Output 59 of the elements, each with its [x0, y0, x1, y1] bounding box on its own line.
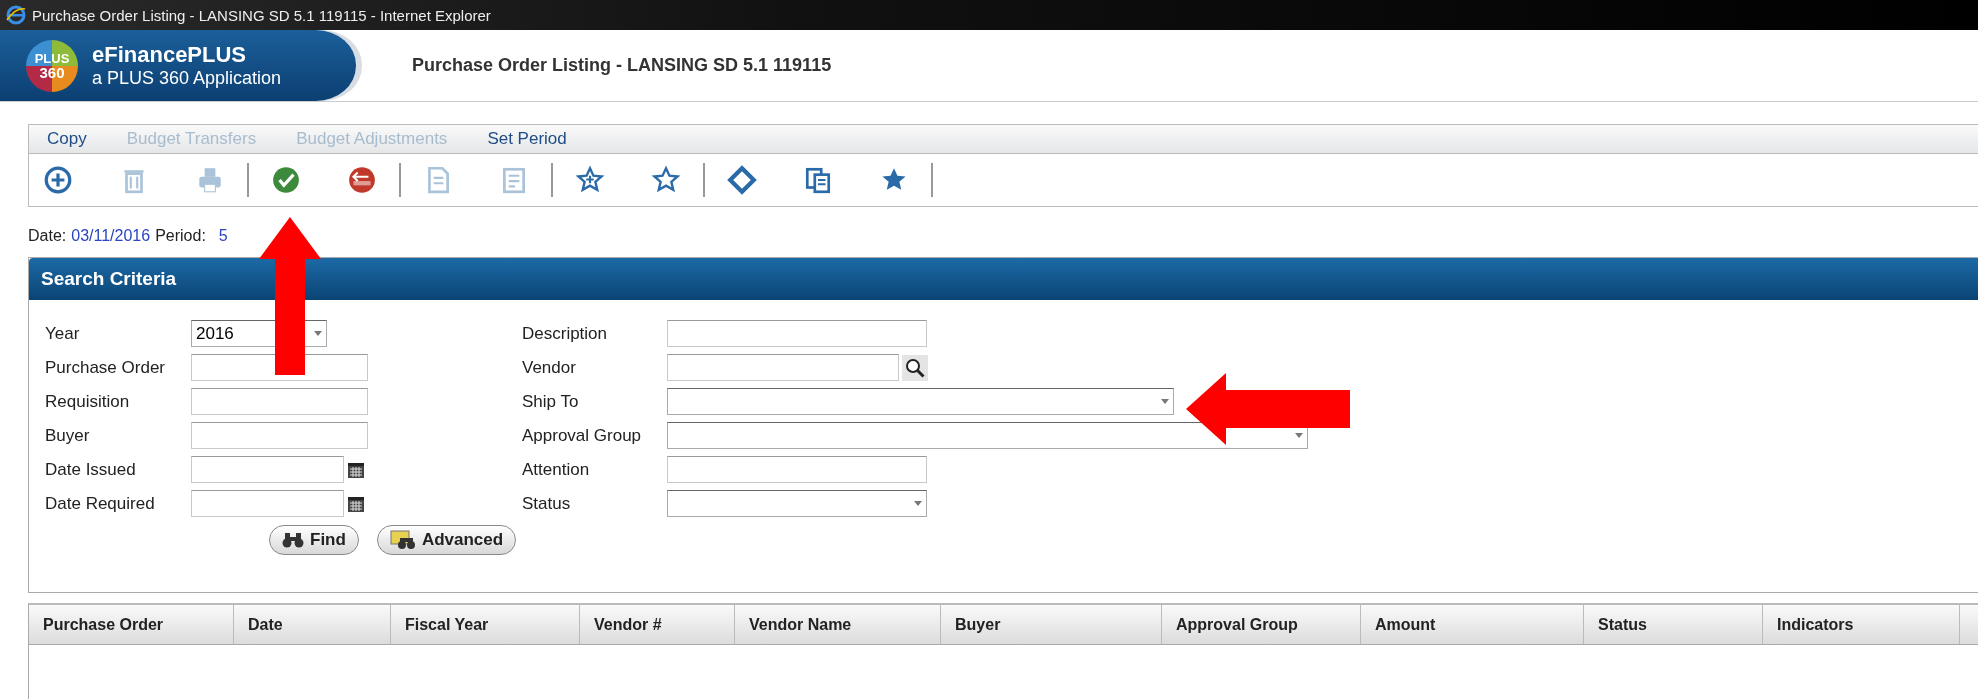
window-title: Purchase Order Listing - LANSING SD 5.1 119115 - Internet Explorer — [32, 6, 491, 24]
search-icon[interactable] — [902, 354, 928, 381]
text-field[interactable] — [191, 422, 368, 449]
add-icon[interactable] — [43, 165, 73, 195]
column-header[interactable]: Approval Group — [1162, 605, 1361, 644]
check-icon[interactable] — [271, 165, 301, 195]
field-label: Year — [45, 322, 81, 345]
app-name: eFinancePLUS — [92, 42, 248, 68]
calendar-icon[interactable] — [347, 460, 365, 479]
field-label: Purchase Order — [45, 356, 166, 379]
browser-icon — [6, 5, 26, 25]
column-header[interactable]: Indicators — [1763, 605, 1960, 644]
find-button[interactable]: Find — [269, 525, 359, 555]
star-icon[interactable] — [651, 165, 681, 195]
text-field[interactable] — [667, 456, 927, 483]
dropdown-field[interactable] — [667, 422, 1308, 449]
date-label: Date: — [28, 227, 67, 245]
period-label: Period: — [155, 227, 206, 245]
text-field[interactable] — [667, 354, 899, 381]
column-header[interactable]: Vendor # — [580, 605, 735, 644]
column-header[interactable]: Fiscal Year — [391, 605, 580, 644]
dropdown-field[interactable] — [667, 490, 927, 517]
date-value: 03/11/2016 — [71, 227, 151, 245]
field-label: Status — [522, 492, 572, 515]
app-subtitle: a PLUS 360 Application — [92, 68, 282, 89]
column-header[interactable]: Status — [1584, 605, 1763, 644]
field-label: Attention — [522, 458, 591, 481]
column-header[interactable]: Date — [234, 605, 391, 644]
panel-header: Search Criteria — [29, 258, 1978, 300]
field-label: Description — [522, 322, 609, 345]
field-label: Date Issued — [45, 458, 137, 481]
calendar-icon[interactable] — [347, 494, 365, 513]
field-label: Approval Group — [522, 424, 643, 447]
copy-icon[interactable] — [803, 165, 833, 195]
text-field[interactable] — [191, 388, 368, 415]
column-header[interactable]: Purchase Order — [29, 605, 234, 644]
date-field[interactable] — [191, 456, 344, 483]
back-icon[interactable] — [347, 165, 377, 195]
field-label: Vendor — [522, 356, 577, 379]
text-field[interactable] — [667, 320, 927, 347]
field-label: Date Required — [45, 492, 156, 515]
app-logo: PLUS 360 — [26, 39, 78, 92]
page-title: Purchase Order Listing - LANSING SD 5.1 119115 — [412, 55, 832, 76]
period-value: 5 — [218, 227, 228, 245]
advanced-button[interactable]: Advanced — [376, 525, 517, 555]
field-label: Buyer — [45, 424, 91, 447]
diamond-icon[interactable] — [727, 165, 757, 195]
field-label: Requisition — [45, 390, 131, 413]
field-label: Ship To — [522, 390, 580, 413]
date-field[interactable] — [191, 490, 344, 517]
column-header[interactable]: Vendor Name — [735, 605, 941, 644]
star-plus-icon[interactable] — [575, 165, 605, 195]
folder-binoculars-icon — [389, 530, 416, 550]
menu-item[interactable]: Set Period — [487, 129, 567, 149]
dropdown-field[interactable] — [667, 388, 1174, 415]
column-header[interactable]: Amount — [1361, 605, 1584, 644]
menu-item[interactable]: Copy — [47, 129, 87, 149]
binoculars-icon — [282, 531, 304, 549]
column-header[interactable]: Buyer — [941, 605, 1162, 644]
